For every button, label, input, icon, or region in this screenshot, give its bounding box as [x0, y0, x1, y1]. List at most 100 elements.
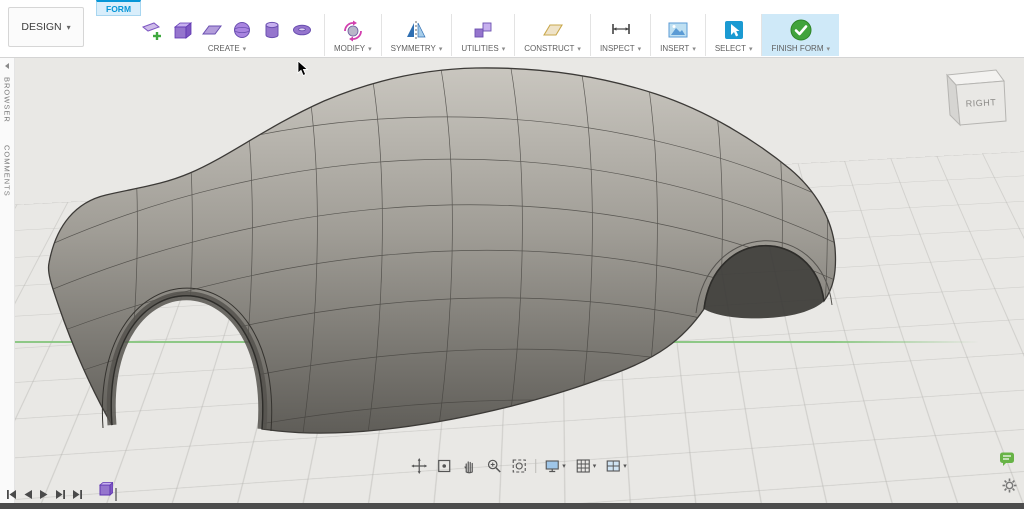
settings-gear-button[interactable] [1002, 478, 1017, 498]
group-label: SYMMETRY [391, 44, 436, 53]
create-icons [139, 16, 315, 43]
group-label: MODIFY [334, 44, 365, 53]
edit-form-button[interactable] [340, 17, 366, 43]
gear-icon [1002, 478, 1017, 493]
chevron-down-icon: ▾ [502, 45, 506, 53]
inspect-menu[interactable]: INSPECT ▾ [600, 44, 641, 53]
group-label: SELECT [715, 44, 746, 53]
group-label: CREATE [208, 44, 240, 53]
finish-form-menu[interactable]: FINISH FORM ▾ [771, 44, 830, 53]
zoom-button[interactable] [485, 457, 503, 475]
form-tab-label: FORM [106, 4, 131, 14]
group-label: INSPECT [600, 44, 635, 53]
symmetry-icon [404, 18, 428, 42]
left-panel-rail: BROWSER COMMENTS [0, 57, 15, 503]
fit-button[interactable] [510, 457, 528, 475]
create-menu[interactable]: CREATE ▾ [208, 44, 246, 53]
view-cube-face-label: RIGHT [966, 97, 997, 109]
step-forward-button[interactable] [55, 489, 66, 500]
toolbar-group-inspect: INSPECT ▾ [590, 14, 650, 56]
chevron-down-icon: ▾ [368, 45, 372, 53]
feedback-comment-button[interactable] [999, 451, 1015, 472]
finish-form-button[interactable] [788, 17, 814, 43]
utilities-icon [471, 18, 495, 42]
timeline-position-marker[interactable] [115, 488, 117, 501]
plane-primitive-button[interactable] [199, 17, 225, 43]
group-label: INSERT [660, 44, 689, 53]
plane-icon [200, 18, 224, 42]
cylinder-primitive-button[interactable] [259, 17, 285, 43]
design-workspace-dropdown[interactable]: DESIGN ▾ [8, 7, 84, 47]
look-at-button[interactable] [435, 457, 453, 475]
window-bottom-strip [0, 503, 1024, 509]
utilities-button[interactable] [470, 17, 496, 43]
fit-view-icon [511, 458, 527, 474]
insert-canvas-button[interactable] [665, 17, 691, 43]
toolbar: DESIGN ▾ FORM [0, 0, 1024, 58]
zoom-magnifier-icon [486, 458, 502, 474]
toolbar-group-modify: MODIFY ▾ [324, 14, 381, 56]
chevron-down-icon: ▾ [692, 45, 696, 53]
design-workspace-label: DESIGN [21, 21, 61, 33]
group-label: CONSTRUCT [524, 44, 574, 53]
browser-panel-tab[interactable]: BROWSER [3, 77, 12, 123]
step-back-button[interactable] [23, 489, 33, 500]
canvas-image-icon [666, 18, 690, 42]
viewport-layout-button[interactable]: ▾ [604, 457, 628, 475]
pan-button[interactable] [460, 457, 478, 475]
torus-icon [290, 18, 314, 42]
browser-collapse-icon[interactable] [5, 63, 9, 69]
chevron-down-icon: ▾ [826, 45, 830, 53]
insert-menu[interactable]: INSERT ▾ [660, 44, 696, 53]
toolbar-group-utilities: UTILITIES ▾ [451, 14, 514, 56]
box-primitive-button[interactable] [169, 17, 195, 43]
chevron-down-icon: ▾ [623, 462, 627, 470]
view-navigation-bar: ▾ ▾ ▾ [410, 457, 628, 475]
finish-form-check-icon [788, 17, 814, 43]
box-icon [170, 18, 194, 42]
toolbar-group-symmetry: SYMMETRY ▾ [381, 14, 452, 56]
hand-pan-icon [461, 458, 477, 474]
car-tspline-model[interactable] [14, 57, 1024, 503]
go-to-start-icon [6, 489, 17, 500]
orbit-pan-icon [411, 458, 427, 474]
grid-settings-icon [575, 458, 591, 474]
cylinder-icon [260, 18, 284, 42]
grid-settings-button[interactable]: ▾ [574, 457, 598, 475]
view-cube[interactable]: RIGHT [934, 63, 1018, 137]
display-settings-icon [544, 458, 560, 474]
form-feature-icon [99, 482, 113, 496]
utilities-menu[interactable]: UTILITIES ▾ [461, 44, 505, 53]
look-at-icon [436, 458, 452, 474]
select-tool-button[interactable] [721, 17, 747, 43]
torus-primitive-button[interactable] [289, 17, 315, 43]
car-body-surface [48, 68, 835, 433]
modify-menu[interactable]: MODIFY ▾ [334, 44, 372, 53]
play-button[interactable] [39, 489, 49, 500]
toolbar-groups: CREATE ▾ [130, 14, 839, 56]
construction-plane-button[interactable] [540, 17, 566, 43]
comments-panel-tab[interactable]: COMMENTS [3, 145, 12, 197]
measure-button[interactable] [608, 17, 634, 43]
chevron-down-icon: ▾ [749, 45, 753, 53]
go-to-start-button[interactable] [6, 489, 17, 500]
select-menu[interactable]: SELECT ▾ [715, 44, 753, 53]
timeline-form-feature[interactable] [99, 482, 113, 501]
model-viewport[interactable]: RIGHT [14, 57, 1024, 503]
construct-plane-icon [541, 18, 565, 42]
comment-bubble-icon [999, 451, 1015, 467]
display-settings-button[interactable]: ▾ [543, 457, 567, 475]
new-form-button[interactable] [139, 17, 165, 43]
chevron-down-icon: ▾ [439, 45, 443, 53]
orbit-button[interactable] [410, 457, 428, 475]
group-label: FINISH FORM [771, 44, 823, 53]
chevron-down-icon: ▾ [593, 462, 597, 470]
mirror-symmetry-button[interactable] [403, 17, 429, 43]
go-to-end-button[interactable] [72, 489, 83, 500]
go-to-end-icon [72, 489, 83, 500]
construct-menu[interactable]: CONSTRUCT ▾ [524, 44, 581, 53]
symmetry-menu[interactable]: SYMMETRY ▾ [391, 44, 443, 53]
step-back-icon [23, 489, 33, 500]
play-icon [39, 489, 49, 500]
sphere-primitive-button[interactable] [229, 17, 255, 43]
